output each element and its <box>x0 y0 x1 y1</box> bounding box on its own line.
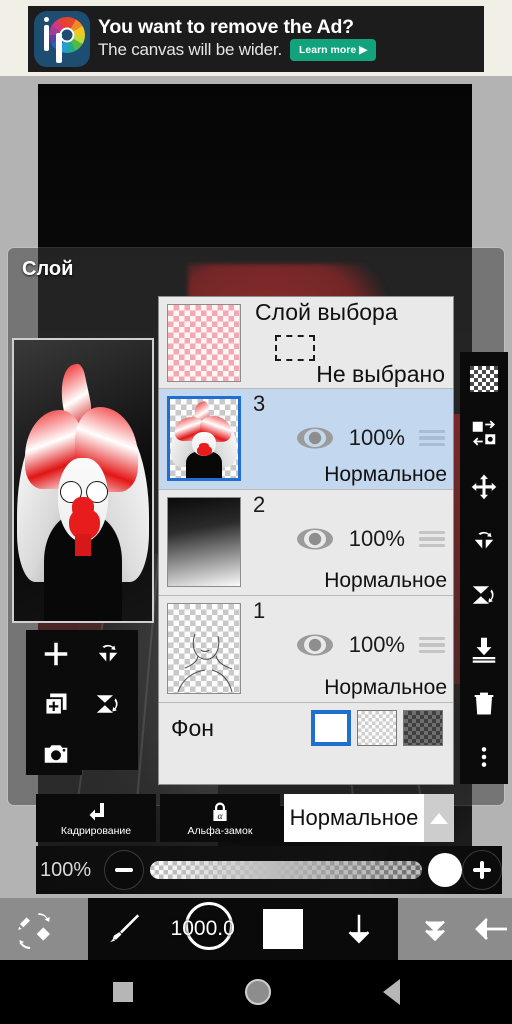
opacity-slider-track[interactable] <box>150 861 422 879</box>
ad-banner-inner[interactable]: You want to remove the Ad? The canvas wi… <box>28 6 484 72</box>
add-layer-button[interactable] <box>30 630 82 678</box>
layer-panel: Слой Слой выбора Не выбрано 3 100% Норма… <box>8 248 508 805</box>
opacity-slider-knob[interactable] <box>428 853 462 887</box>
layer-number-2: 2 <box>253 492 266 517</box>
ibis-paint-logo-icon <box>34 11 90 67</box>
bottom-toolbar: 1000.0 <box>0 898 512 960</box>
layer-number-1: 1 <box>253 598 266 623</box>
layer-opacity-2: 100% <box>348 526 405 551</box>
opacity-increase-button[interactable] <box>462 850 502 890</box>
background-label: Фон <box>171 714 214 741</box>
right-tool-strip <box>460 352 508 784</box>
merge-down-button[interactable] <box>460 622 508 676</box>
background-swatch-transparent-dark[interactable] <box>403 710 443 746</box>
layer-opacity-3: 100% <box>348 425 405 450</box>
toolbar-divider <box>70 898 89 960</box>
layer-blend-mode-1: Нормальное <box>324 676 447 699</box>
rotate-flip-horizontal-button[interactable] <box>82 630 134 678</box>
left-tool-pad <box>26 630 138 770</box>
minus-icon <box>115 868 133 872</box>
blend-mode-value: Нормальное <box>289 805 419 830</box>
layer-number-3: 3 <box>253 391 266 416</box>
android-navigation-bar <box>0 960 512 1024</box>
transparency-button[interactable] <box>460 352 508 406</box>
double-chevron-down-icon <box>424 920 445 942</box>
brush-eraser-swap-button[interactable] <box>0 898 71 960</box>
alpha-lock-button[interactable]: α Альфа-замок <box>160 794 280 842</box>
background-swatch-transparent-light[interactable] <box>357 710 397 746</box>
current-color-chip <box>263 909 303 949</box>
brush-tool-button[interactable] <box>88 898 160 960</box>
selection-layer-state: Не выбрано <box>316 361 445 387</box>
flip-horizontal-button[interactable] <box>460 514 508 568</box>
layer-thumbnail-2 <box>167 497 241 587</box>
layer-visibility-icon-3[interactable] <box>295 425 335 451</box>
layer-control-bar: Кадрирование α Альфа-замок Нормальное 10… <box>36 794 502 894</box>
ad-text-block: You want to remove the Ad? The canvas wi… <box>98 15 478 62</box>
selection-layer-row[interactable]: Слой выбора Не выбрано <box>159 297 453 389</box>
opacity-slider-row: 100% <box>36 846 502 894</box>
opacity-value: 100% <box>40 858 92 881</box>
camera-import-button[interactable] <box>30 730 82 778</box>
layer-drag-handle-3[interactable] <box>419 430 445 446</box>
background-row[interactable]: Фон <box>159 703 453 753</box>
rotate-flip-vertical-button[interactable] <box>82 680 134 728</box>
crop-arrow-icon <box>89 802 104 820</box>
canvas-preview[interactable] <box>12 338 154 623</box>
layer-drag-handle-2[interactable] <box>419 531 445 547</box>
download-button[interactable] <box>321 898 397 960</box>
alpha-lock-icon: α <box>213 802 227 822</box>
brush-size-value: 1000.0 <box>170 917 235 940</box>
layer-thumbnail-3 <box>167 396 241 481</box>
layer-opacity-1: 100% <box>348 632 405 657</box>
checkerboard-icon <box>470 366 498 392</box>
arrow-left-icon <box>475 918 507 940</box>
back-button[interactable] <box>471 898 512 960</box>
crop-button-label: Кадрирование <box>60 824 132 837</box>
selection-layer-title: Слой выбора <box>255 299 398 325</box>
layer-thumbnail-1 <box>167 603 241 694</box>
ad-learn-more-button[interactable]: Learn more ▶ <box>289 39 377 62</box>
back-nav-button[interactable] <box>382 979 400 1005</box>
home-button[interactable] <box>244 979 271 1005</box>
triangle-up-icon <box>430 812 448 824</box>
alpha-lock-button-label: Альфа-замок <box>187 824 253 837</box>
layer-visibility-icon-1[interactable] <box>295 632 335 658</box>
more-options-button[interactable] <box>460 730 508 784</box>
opacity-decrease-button[interactable] <box>104 850 144 890</box>
brush-size-button[interactable]: 1000.0 <box>161 898 245 960</box>
move-button[interactable] <box>460 460 508 514</box>
selection-marquee-icon <box>275 335 315 361</box>
brush-eraser-swap-icon <box>18 913 51 949</box>
layer-blend-mode-2: Нормальное <box>324 569 447 592</box>
arrow-down-icon <box>348 914 370 944</box>
crop-button[interactable]: Кадрирование <box>36 794 156 842</box>
brush-icon <box>110 914 140 943</box>
duplicate-layer-button[interactable] <box>30 680 82 728</box>
layer-swap-button[interactable] <box>460 406 508 460</box>
app-root: You want to remove the Ad? The canvas wi… <box>0 0 512 1024</box>
layer-row-1[interactable]: 1 100% Нормальное <box>159 596 453 703</box>
delete-layer-button[interactable] <box>460 676 508 730</box>
layer-list[interactable]: Слой выбора Не выбрано 3 100% Нормальное… <box>158 296 454 785</box>
background-swatch-white[interactable] <box>311 710 351 746</box>
ad-banner[interactable]: You want to remove the Ad? The canvas wi… <box>0 0 512 76</box>
ad-headline: You want to remove the Ad? <box>98 15 354 38</box>
layer-blend-mode-3: Нормальное <box>324 463 447 486</box>
panel-title: Слой <box>22 258 74 280</box>
blend-mode-expand-button[interactable] <box>424 794 454 842</box>
layer-row-2[interactable]: 2 100% Нормальное <box>159 490 453 596</box>
collapse-toolbar-button[interactable] <box>397 898 472 960</box>
layer-visibility-icon-2[interactable] <box>295 526 335 552</box>
layer-row-3[interactable]: 3 100% Нормальное <box>159 389 453 490</box>
ad-subline: The canvas will be wider. <box>98 40 282 60</box>
selection-layer-thumbnail <box>167 304 241 382</box>
background-swatches <box>311 710 443 746</box>
flip-vertical-button[interactable] <box>460 568 508 622</box>
blend-mode-select[interactable]: Нормальное <box>284 794 454 842</box>
recents-button[interactable] <box>112 982 133 1002</box>
layer-drag-handle-1[interactable] <box>419 637 445 653</box>
color-picker-button[interactable] <box>245 898 321 960</box>
